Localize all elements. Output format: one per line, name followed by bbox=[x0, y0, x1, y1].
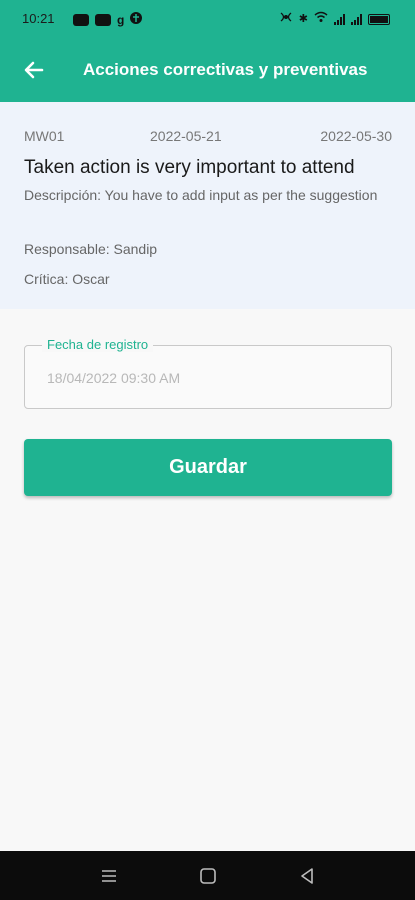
back-button[interactable] bbox=[18, 54, 50, 86]
status-bar: 10:21 g ✱ bbox=[0, 0, 415, 38]
action-code: MW01 bbox=[24, 128, 65, 144]
battery-icon bbox=[368, 13, 390, 25]
end-date: 2022-05-30 bbox=[320, 128, 392, 144]
status-time: 10:21 bbox=[22, 11, 55, 26]
start-date: 2022-05-21 bbox=[150, 128, 222, 144]
status-system-icons: ✱ bbox=[279, 10, 390, 28]
system-nav-bar bbox=[0, 851, 415, 900]
nfc-icon bbox=[279, 10, 293, 28]
arrow-left-icon bbox=[24, 61, 44, 79]
action-title: Taken action is very important to attend bbox=[24, 157, 355, 178]
page-title: Acciones correctivas y preventivas bbox=[83, 60, 368, 79]
bluetooth-icon: ✱ bbox=[298, 13, 308, 25]
app-bar: Acciones correctivas y preventivas bbox=[0, 38, 415, 102]
g-app-icon: g bbox=[117, 13, 125, 27]
menu-icon[interactable] bbox=[98, 865, 120, 887]
shield-app-icon bbox=[130, 11, 143, 29]
registration-date-field[interactable]: Fecha de registro 18/04/2022 09:30 AM bbox=[24, 337, 392, 409]
back-triangle-icon[interactable] bbox=[296, 865, 318, 887]
registration-date-label: Fecha de registro bbox=[42, 337, 154, 352]
save-button[interactable]: Guardar bbox=[24, 439, 392, 496]
signal-icon bbox=[351, 13, 362, 25]
action-card: MW01 2022-05-21 2022-05-30 Taken action … bbox=[0, 102, 415, 309]
action-description: Descripción: You have to add input as pe… bbox=[24, 187, 378, 203]
registration-date-placeholder: 18/04/2022 09:30 AM bbox=[47, 370, 181, 386]
action-critic: Crítica: Oscar bbox=[24, 271, 110, 287]
wifi-icon bbox=[314, 10, 328, 28]
home-icon[interactable] bbox=[197, 865, 219, 887]
notification-pill-icon bbox=[95, 14, 111, 26]
notification-pill-icon bbox=[73, 14, 89, 26]
status-notification-icons: g bbox=[73, 11, 143, 29]
signal-icon bbox=[334, 13, 345, 25]
action-responsible: Responsable: Sandip bbox=[24, 241, 158, 257]
